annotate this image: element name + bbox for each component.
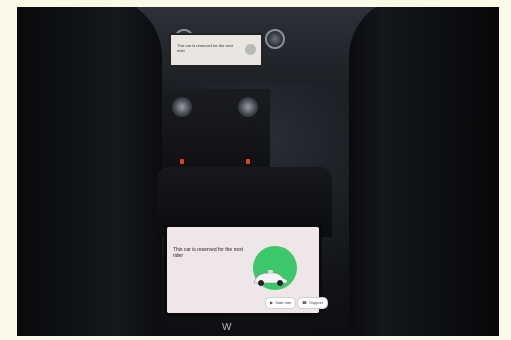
right-control-knob <box>238 97 258 117</box>
support-icon: ☎ <box>302 300 307 305</box>
right-air-vent <box>265 29 285 49</box>
car-interior-photo: This car is reserved for the next rider … <box>17 7 499 336</box>
front-display-message: This car is reserved for the next rider <box>177 43 234 53</box>
left-seat <box>17 7 162 336</box>
support-button[interactable]: ☎ Support <box>297 297 328 309</box>
rear-display: This car is reserved for the next rider … <box>167 227 328 313</box>
play-icon: ▶ <box>270 300 274 305</box>
brand-text: W <box>222 322 234 333</box>
start-ride-label: Start ride <box>275 300 292 305</box>
center-console <box>160 89 270 174</box>
left-control-knob <box>172 97 192 117</box>
car-illustration <box>253 270 288 286</box>
left-indicator-light <box>180 159 184 164</box>
rear-display-message: This car is reserved for the next rider <box>173 247 244 259</box>
right-seat <box>349 7 499 336</box>
front-display: This car is reserved for the next rider <box>169 33 263 67</box>
support-label: Support <box>308 300 323 305</box>
front-display-indicator <box>245 44 256 55</box>
start-ride-button[interactable]: ▶ Start ride <box>265 297 297 309</box>
right-indicator-light <box>246 159 250 164</box>
